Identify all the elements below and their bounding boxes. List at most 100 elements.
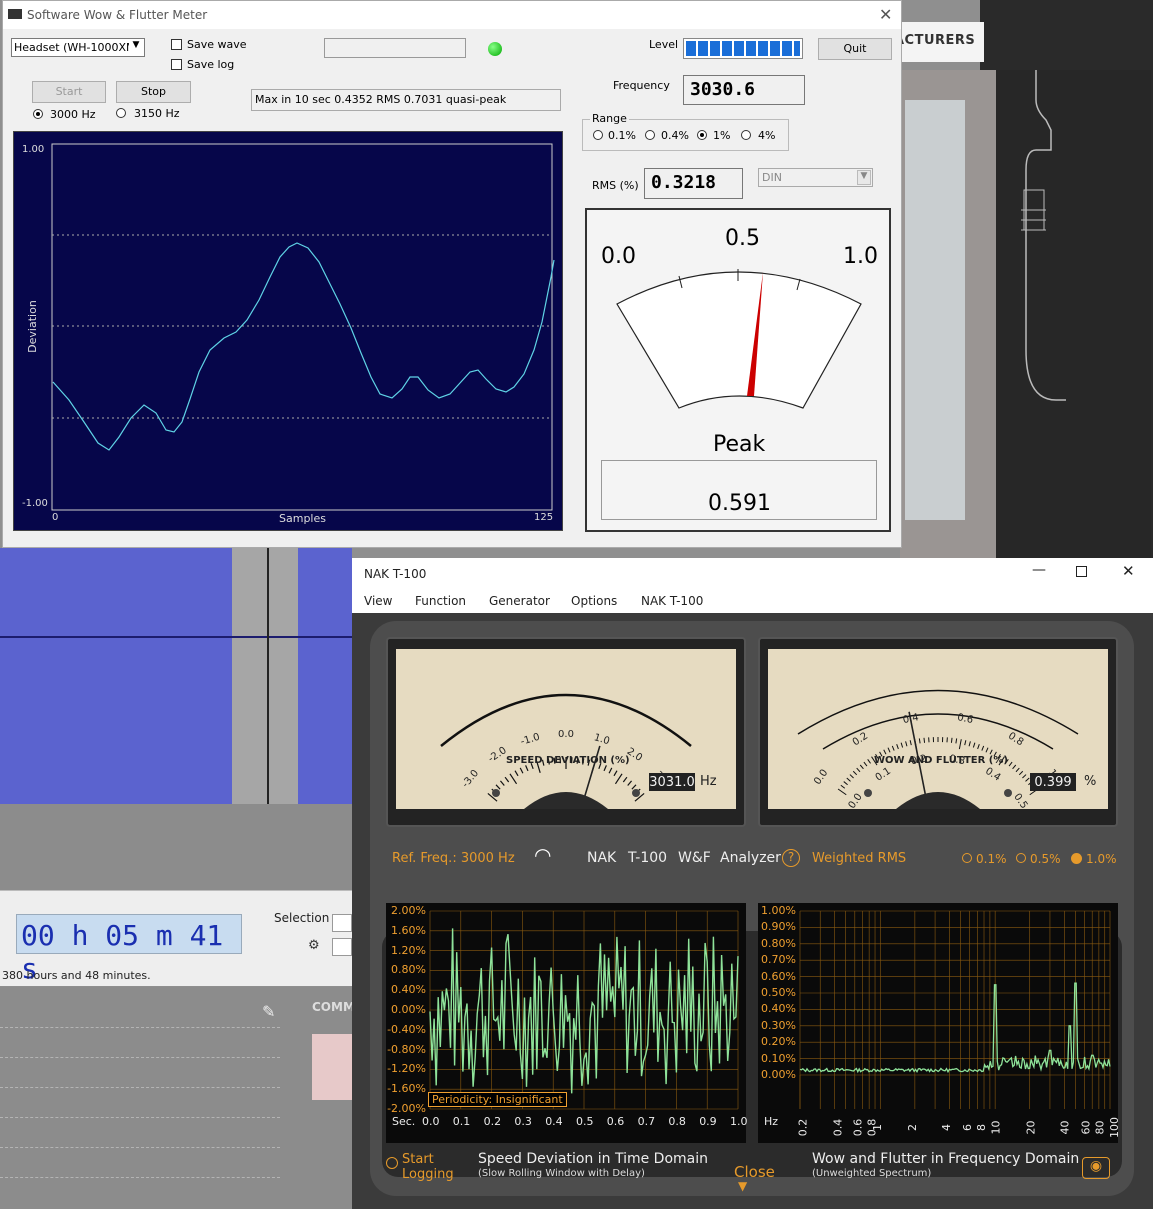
waveform-centerline — [0, 636, 352, 638]
speed-deviation-meter: -3.0-2.0-1.00.01.02.03.0 SPEED DEVIATION… — [386, 637, 746, 827]
range-radio-2[interactable] — [697, 130, 707, 140]
freq-x-tick: 20 — [1024, 1120, 1038, 1135]
device-value: Headset (WH-1000XM5 — [14, 41, 143, 54]
peak-value: 0.591 — [708, 491, 771, 516]
menu-function[interactable]: Function — [415, 594, 466, 608]
wf-tick — [837, 788, 847, 796]
close-icon[interactable]: ✕ — [879, 5, 892, 24]
peak-meter: 0.0 0.5 1.0 Peak 0.591 — [585, 208, 891, 532]
weighted-mode[interactable]: Weighted RMS — [812, 851, 906, 866]
save-log-checkbox[interactable] — [171, 59, 182, 70]
range-option-label: 0.4% — [661, 129, 689, 142]
wf-inner-label: 0.4 — [983, 766, 1002, 784]
wf-tick — [909, 740, 912, 746]
range-radio-1[interactable] — [645, 130, 655, 140]
audacity-selection[interactable] — [232, 548, 298, 804]
blank-indicator — [324, 38, 466, 58]
brand-model: T-100 — [628, 850, 668, 866]
close-icon[interactable]: ✕ — [1122, 562, 1135, 580]
selection-end-field[interactable] — [332, 938, 352, 956]
freq-3000-radio[interactable] — [33, 109, 43, 119]
save-wave-checkbox[interactable] — [171, 39, 182, 50]
audacity-waveform[interactable] — [0, 548, 352, 804]
speed-tick — [631, 784, 637, 790]
help-icon[interactable]: ? — [782, 849, 800, 867]
window-title: Software Wow & Flutter Meter — [3, 1, 901, 29]
quit-button[interactable]: Quit — [818, 38, 892, 60]
range-label: 1.0% — [1086, 852, 1117, 866]
speed-tick-label: -3.0 — [460, 768, 481, 790]
weighting-select[interactable]: DIN ▼ — [758, 168, 873, 187]
speed-tick — [622, 776, 628, 783]
chevron-down-icon[interactable]: ▼ — [738, 1179, 747, 1193]
freq-x-tick: 8 — [975, 1124, 988, 1131]
range-radio-0[interactable] — [593, 130, 603, 140]
level-bar — [683, 38, 803, 59]
range-radio-3[interactable] — [741, 130, 751, 140]
camera-icon[interactable]: ◉ — [1082, 1157, 1110, 1179]
wf-value: 0.399 — [1030, 773, 1076, 791]
time-x-tick: 0.5 — [576, 1115, 594, 1128]
peak-value-box: 0.591 — [601, 460, 877, 520]
start-logging-label[interactable]: Start Logging — [402, 1152, 462, 1182]
start-logging-radio[interactable] — [386, 1157, 398, 1169]
selection-gear-icon[interactable]: ⚙ — [308, 938, 320, 953]
range-radio-1[interactable] — [1016, 853, 1026, 863]
menu-view[interactable]: View — [364, 594, 392, 608]
wf-tick — [867, 759, 871, 764]
y-max-label: 1.00 — [22, 144, 45, 155]
y-min-label: -1.00 — [22, 498, 48, 509]
wf-tick — [896, 744, 899, 750]
wf-tick — [1018, 770, 1024, 776]
wf-tick — [1025, 777, 1030, 782]
brand-wf: W&F — [678, 850, 711, 866]
peak-label: Peak — [713, 432, 766, 457]
playback-cursor — [267, 548, 269, 804]
wf-meter-window: Software Wow & Flutter Meter ✕ Headset (… — [2, 0, 902, 548]
freq-3000-label: 3000 Hz — [50, 108, 96, 121]
wf-tick — [955, 738, 958, 744]
selection-start-field[interactable] — [332, 914, 352, 932]
time-display[interactable]: 00 h 05 m 41 s — [16, 914, 242, 985]
speed-tick — [495, 784, 501, 790]
menu-options[interactable]: Options — [571, 594, 617, 608]
speed-tick — [499, 780, 505, 786]
time-x-tick: 1.0 — [730, 1115, 748, 1128]
menu-generator[interactable]: Generator — [489, 594, 550, 608]
menu-nak[interactable]: NAK T-100 — [641, 594, 703, 608]
save-wave-label: Save wave — [187, 38, 247, 51]
minimize-icon[interactable]: — — [1032, 562, 1046, 578]
range-radio-2[interactable] — [1071, 853, 1082, 864]
selection-label: Selection — [274, 911, 330, 925]
maximize-icon[interactable] — [1076, 566, 1087, 577]
freq-x-tick: 4 — [940, 1124, 954, 1131]
freq-plot-area — [799, 910, 1111, 1109]
time-x-tick: 0.4 — [545, 1115, 563, 1128]
wf-tick — [900, 742, 904, 748]
freq-3150-radio[interactable] — [116, 108, 126, 118]
frequency-domain-plot: 1.00% 0.90% 0.80% 0.70% 0.60% 0.50% 0.40% 0.30%… — [758, 903, 1121, 1143]
weighting-value: DIN — [762, 171, 782, 184]
freq-x-tick: 40 — [1058, 1120, 1072, 1135]
device-select[interactable]: Headset (WH-1000XM5 ▼ — [11, 38, 145, 57]
freq-x-tick: 60 — [1079, 1120, 1093, 1135]
speed-tick — [509, 773, 518, 785]
start-button[interactable]: Start — [32, 81, 106, 103]
wf-meter-face: 0.00.20.40.60.81.00.00.10.20.30.40.5 WOW… — [768, 649, 1108, 809]
freq-x-tick: 2 — [905, 1124, 919, 1131]
freq-domain-title: Wow and Flutter in Frequency Domain — [812, 1151, 1080, 1167]
freq-3150-label: 3150 Hz — [134, 107, 180, 120]
speed-tick — [608, 767, 613, 774]
time-domain-plot: 2.00% 1.60% 1.20% 0.80% 0.40% 0.00% -0.40% -0.8… — [386, 903, 748, 1143]
range-radio-0[interactable] — [962, 853, 972, 863]
time-plot-area — [429, 910, 739, 1110]
freq-x-tick: 0.4 — [830, 1118, 844, 1137]
range-option-label: 1% — [713, 129, 731, 142]
pencil-icon[interactable]: ✎ — [262, 1002, 275, 1021]
wow-flutter-meter: 0.00.20.40.60.81.00.00.10.20.30.40.5 WOW… — [758, 637, 1118, 827]
stop-button[interactable]: Stop — [116, 81, 191, 103]
rms-label: RMS (%) — [592, 179, 639, 192]
wf-tick — [964, 740, 967, 746]
speed-meter-face: -3.0-2.0-1.00.01.02.03.0 SPEED DEVIATION… — [396, 649, 736, 809]
range-label: Range — [590, 112, 629, 125]
